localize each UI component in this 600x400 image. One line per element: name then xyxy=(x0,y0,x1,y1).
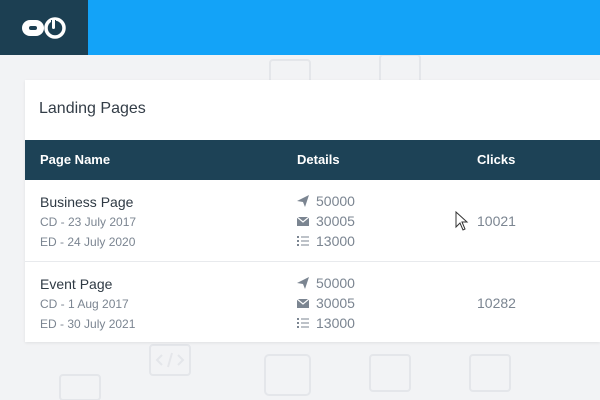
clicks-count: 10282 xyxy=(477,295,516,311)
detail-mail: 30005 xyxy=(297,295,355,311)
top-bar xyxy=(0,0,600,55)
detail-value: 50000 xyxy=(316,275,355,291)
link-logo-icon xyxy=(22,16,66,39)
envelope-icon xyxy=(297,298,309,308)
list-icon xyxy=(297,318,309,328)
end-date: ED - 24 July 2020 xyxy=(40,235,136,249)
table-row[interactable]: Business Page CD - 23 July 2017 ED - 24 … xyxy=(25,180,600,261)
detail-value: 30005 xyxy=(316,295,355,311)
page-name[interactable]: Business Page xyxy=(40,194,133,210)
detail-list: 13000 xyxy=(297,315,355,331)
detail-value: 13000 xyxy=(316,233,355,249)
landing-pages-card: Landing Pages Page Name Details Clicks B… xyxy=(25,80,600,342)
detail-sent: 50000 xyxy=(297,275,355,291)
column-header-clicks[interactable]: Clicks xyxy=(477,152,515,167)
created-date: CD - 1 Aug 2017 xyxy=(40,297,129,311)
end-date: ED - 30 July 2021 xyxy=(40,317,136,331)
created-date: CD - 23 July 2017 xyxy=(40,215,137,229)
envelope-icon xyxy=(297,216,309,226)
clicks-count: 10021 xyxy=(477,213,516,229)
paper-plane-icon xyxy=(297,195,309,207)
logo[interactable] xyxy=(0,0,88,55)
page-name[interactable]: Event Page xyxy=(40,276,112,292)
column-header-page-name[interactable]: Page Name xyxy=(40,152,110,167)
paper-plane-icon xyxy=(297,277,309,289)
detail-mail: 30005 xyxy=(297,213,355,229)
mouse-cursor-icon xyxy=(455,211,469,231)
table-row[interactable]: Event Page CD - 1 Aug 2017 ED - 30 July … xyxy=(25,261,600,343)
detail-value: 30005 xyxy=(316,213,355,229)
detail-value: 50000 xyxy=(316,193,355,209)
card-title: Landing Pages xyxy=(39,100,146,117)
detail-list: 13000 xyxy=(297,233,355,249)
table-header: Page Name Details Clicks xyxy=(25,140,600,180)
list-icon xyxy=(297,236,309,246)
detail-value: 13000 xyxy=(316,315,355,331)
column-header-details[interactable]: Details xyxy=(297,152,340,167)
detail-sent: 50000 xyxy=(297,193,355,209)
